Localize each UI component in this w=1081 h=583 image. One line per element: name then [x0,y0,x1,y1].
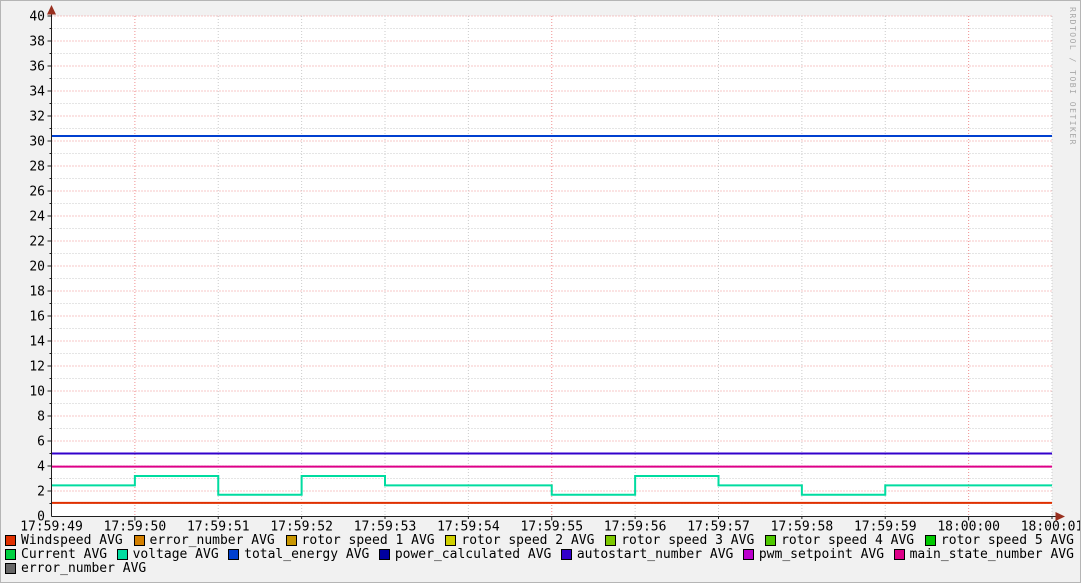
legend-item: rotor speed 4 AVG [765,533,914,548]
y-tick-label: 30 [29,135,45,150]
x-tick-label: 17:59:51 [187,520,250,534]
legend-row: Current AVG voltage AVG total_energy AVG po… [5,546,1074,562]
legend-swatch-icon [5,548,16,560]
legend-item: total_energy AVG [228,547,369,562]
legend-item: Windspeed AVG [5,533,123,548]
x-tick-label: 17:59:59 [854,520,917,534]
legend-swatch-icon [285,534,297,546]
legend-label: rotor speed 4 AVG [781,532,915,548]
y-tick-label: 12 [29,360,45,375]
x-tick-label: 17:59:54 [437,520,500,534]
legend-label: rotor speed 5 AVG [940,532,1074,548]
y-tick-label: 34 [29,85,45,100]
legend-label: error_number AVG [149,532,275,548]
legend-label: rotor speed 1 AVG [301,532,435,548]
rrdtool-graph-window: 0 2 4 6 8 10 12 14 16 18 20 22 24 26 28 30 32 34 36 38 40 17:… [0,0,1081,583]
x-tick-label: 17:59:58 [771,520,834,534]
legend-row: Windspeed AVG error_number AVG rotor speed… [5,532,1074,548]
legend-item: rotor speed 3 AVG [605,533,754,548]
legend-label: power_calculated AVG [394,546,552,562]
y-tick-label: 14 [29,335,45,350]
x-axis-labels: 17:59:49 17:59:50 17:59:51 17:59:52 17:59:53… [20,520,1081,534]
y-tick-label: 22 [29,235,45,250]
legend-label: rotor speed 2 AVG [461,532,595,548]
legend-item: pwm_setpoint AVG [742,546,885,562]
legend-label: Windspeed AVG [21,532,123,548]
y-tick-label: 6 [37,435,45,450]
legend-swatch-icon [445,534,457,546]
y-tick-label: 16 [29,310,45,325]
legend-label: Current AVG [21,546,108,562]
legend-swatch-icon [893,548,905,560]
legend-label: error_number AVG [21,560,147,576]
y-tick-label: 32 [29,110,45,125]
legend-item: error_number AVG [5,561,146,576]
legend-label: voltage AVG [132,546,219,562]
rrd-graph: 024681012141618202224262830323436384017:… [20,5,1081,534]
legend-item: autostart_number AVG [560,546,734,562]
y-tick-label: 2 [37,485,45,500]
legend-swatch-icon [5,534,16,546]
legend-swatch-icon [116,548,128,560]
legend-item: power_calculated AVG [378,546,552,562]
legend-label: main_state_number AVG [909,546,1074,562]
y-tick-label: 36 [29,60,45,75]
legend-label: rotor speed 3 AVG [621,532,755,548]
x-tick-label: 18:00:01 [1021,520,1081,534]
x-tick-label: 17:59:50 [104,520,167,534]
legend-swatch-icon [742,548,754,560]
legend-item: rotor speed 5 AVG [924,532,1074,548]
y-tick-label: 20 [29,260,45,275]
x-tick-label: 17:59:52 [270,520,333,534]
legend-label: total_energy AVG [244,546,370,562]
legend-swatch-icon [133,534,145,546]
y-tick-label: 10 [29,385,45,400]
x-tick-label: 17:59:53 [354,520,417,534]
legend-item: rotor speed 1 AVG [285,532,435,548]
y-tick-label: 26 [29,185,45,200]
y-axis-arrow-icon [47,5,56,15]
legend-label: autostart_number AVG [576,546,734,562]
x-tick-label: 17:59:57 [687,520,750,534]
legend-swatch-icon [378,548,390,560]
legend-label: pwm_setpoint AVG [758,546,885,562]
legend-row: error_number AVG [5,561,1074,576]
legend-swatch-icon [228,548,240,560]
legend-item: rotor speed 2 AVG [445,533,594,548]
y-tick-label: 28 [29,160,45,175]
y-tick-label: 24 [29,210,45,225]
legend-item: Current AVG [5,547,107,562]
legend-swatch-icon [924,534,936,546]
x-tick-label: 17:59:49 [20,520,83,534]
legend-swatch-icon [5,562,16,574]
x-tick-label: 17:59:55 [520,520,583,534]
x-tick-label: 17:59:56 [604,520,667,534]
x-tick-label: 18:00:00 [937,520,1000,534]
legend-swatch-icon [560,548,572,560]
legend-item: voltage AVG [116,546,219,562]
legend-swatch-icon [765,534,777,546]
rrdtool-watermark: RRDTOOL / TOBI OETIKER [1068,7,1077,146]
y-axis-labels: 0246810121416182022242628303234363840 [29,10,45,525]
y-tick-label: 40 [29,10,45,25]
y-tick-label: 18 [29,285,45,300]
y-tick-label: 4 [37,460,45,475]
legend: Windspeed AVG error_number AVG rotor speed… [5,532,1074,576]
legend-item: main_state_number AVG [893,546,1074,562]
y-tick-label: 8 [37,410,45,425]
y-tick-label: 38 [29,35,45,50]
legend-swatch-icon [605,534,617,546]
legend-item: error_number AVG [133,532,275,548]
